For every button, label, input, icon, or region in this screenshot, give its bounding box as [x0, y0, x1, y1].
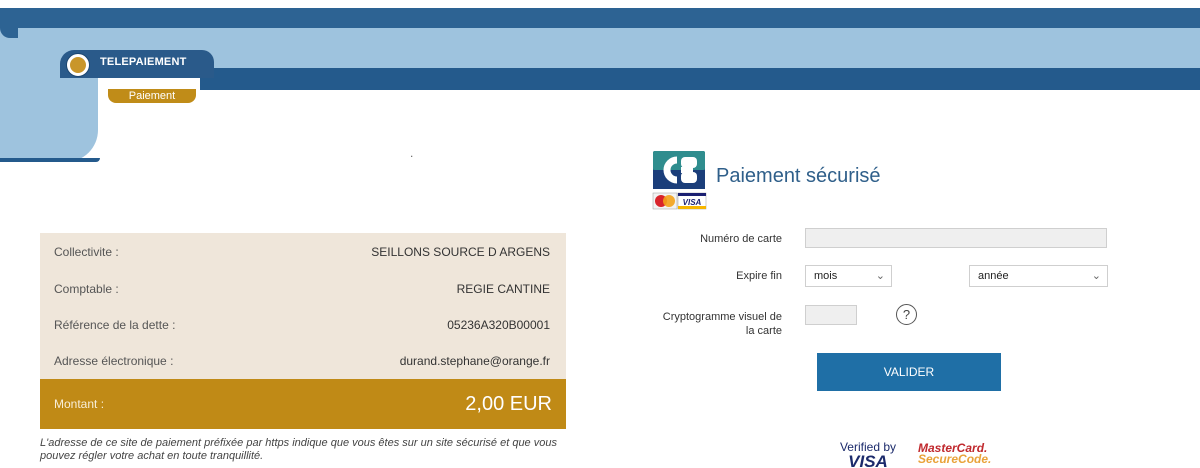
mastercard-securecode-badge: MasterCard. SecureCode. — [918, 442, 1008, 466]
expiry-year-value: année — [978, 270, 1009, 282]
expiry-label: Expire fin — [736, 270, 782, 282]
security-note: L'adresse de ce site de paiement préfixé… — [40, 437, 557, 462]
expiry-month-select[interactable]: mois ⌄ — [805, 265, 892, 287]
info-row-reference: Référence de la dette : 05236A320B00001 — [40, 307, 566, 343]
card-number-label: Numéro de carte — [700, 233, 782, 245]
info-label: Comptable : — [54, 282, 119, 296]
verified-by-visa-badge: Verified by VISA — [836, 441, 900, 468]
expiry-year-select[interactable]: année ⌄ — [969, 265, 1108, 287]
svg-text:VISA: VISA — [683, 198, 702, 207]
card-number-input[interactable] — [805, 228, 1107, 248]
amount-row: Montant : 2,00 EUR — [40, 379, 566, 429]
info-label: Référence de la dette : — [54, 318, 176, 332]
mastercard-line2: SecureCode. — [918, 452, 992, 466]
header-stripe — [200, 68, 1200, 90]
cvv-input[interactable] — [805, 305, 857, 325]
payment-info-table: Collectivite : SEILLONS SOURCE D ARGENS … — [40, 233, 566, 429]
cb-logo: VISA — [652, 151, 707, 210]
question-mark-icon[interactable]: ? — [896, 304, 917, 325]
amount-label: Montant : — [54, 397, 105, 411]
chevron-down-icon: ⌄ — [875, 270, 885, 282]
verified-by-visa-line2: VISA — [848, 452, 888, 468]
info-value: 05236A320B00001 — [447, 318, 550, 332]
info-label: Collectivite : — [54, 245, 119, 259]
info-row-comptable: Comptable : REGIE CANTINE — [40, 271, 566, 307]
info-label: Adresse électronique : — [54, 354, 174, 368]
chevron-down-icon: ⌄ — [1091, 270, 1101, 282]
cvv-label: Cryptogramme visuel de la carte — [630, 310, 782, 338]
cvv-label-line1: Cryptogramme visuel de — [662, 311, 782, 323]
header-side-panel — [0, 68, 98, 162]
tab-paiement[interactable]: Paiement — [108, 89, 196, 103]
info-row-email: Adresse électronique : durand.stephane@o… — [40, 343, 566, 379]
info-value: REGIE CANTINE — [456, 282, 550, 296]
amount-value: 2,00 EUR — [465, 392, 552, 415]
validate-button[interactable]: VALIDER — [817, 353, 1001, 391]
payment-title: Paiement sécurisé — [716, 165, 881, 187]
tab-telepaiement-label: TELEPAIEMENT — [100, 56, 187, 68]
info-value: SEILLONS SOURCE D ARGENS — [371, 245, 550, 259]
expiry-month-value: mois — [814, 270, 838, 282]
info-row-collectivite: Collectivite : SEILLONS SOURCE D ARGENS — [40, 233, 566, 271]
info-value: durand.stephane@orange.fr — [399, 354, 550, 368]
gold-circle-icon — [67, 54, 89, 76]
cvv-label-line2: la carte — [745, 325, 782, 337]
header-side-panel-edge — [0, 158, 100, 162]
stray-dot: . — [410, 146, 414, 160]
